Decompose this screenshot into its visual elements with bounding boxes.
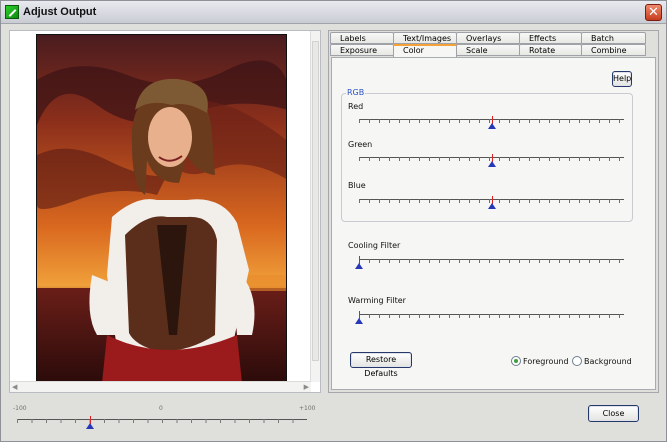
image-preview: ◀ ▶	[9, 30, 321, 393]
scroll-left-icon[interactable]: ◀	[12, 382, 17, 392]
preview-vertical-scrollbar[interactable]	[310, 31, 320, 382]
scale-mid-label: 0	[159, 405, 163, 412]
tab-labels[interactable]: Labels	[330, 32, 394, 44]
tab-batch[interactable]: Batch	[581, 32, 646, 44]
slider-thumb[interactable]	[355, 256, 364, 270]
tab-scale[interactable]: Scale	[456, 44, 520, 56]
color-tab-content: Help RGB Red Green Blue Cooling Filter W…	[331, 57, 656, 390]
rgb-group-label: RGB	[346, 88, 366, 97]
restore-defaults-button[interactable]: Restore Defaults	[350, 352, 412, 378]
vertical-scroll-thumb[interactable]	[312, 41, 319, 361]
slider-thumb[interactable]	[487, 196, 497, 210]
background-radio[interactable]	[572, 356, 582, 366]
tab-text-images[interactable]: Text/Images	[393, 32, 457, 44]
tab-overlays[interactable]: Overlays	[456, 32, 520, 44]
slider-ticks	[359, 314, 624, 318]
tab-exposure[interactable]: Exposure	[330, 44, 394, 56]
bottom-slider[interactable]	[17, 414, 307, 434]
global-adjust-slider[interactable]: -100 0 +100	[13, 405, 315, 429]
title-bar: Adjust Output ✕	[1, 1, 666, 24]
preview-photo-image	[37, 35, 286, 381]
background-label[interactable]: Background	[584, 357, 632, 366]
scale-min-label: -100	[13, 405, 27, 412]
help-button[interactable]: Help	[612, 71, 632, 87]
window-title: Adjust Output	[23, 6, 97, 18]
tab-effects[interactable]: Effects	[519, 32, 582, 44]
slider-thumb[interactable]	[487, 154, 497, 168]
tab-color[interactable]: Color	[393, 44, 457, 58]
preview-photo	[36, 34, 287, 382]
slider-thumb[interactable]	[355, 311, 364, 325]
slider-thumb[interactable]	[487, 116, 497, 130]
scroll-right-icon[interactable]: ▶	[304, 382, 309, 392]
settings-panel: Labels Text/Images Overlays Effects Batc…	[328, 30, 659, 393]
tab-combine[interactable]: Combine	[581, 44, 646, 56]
close-button[interactable]: Close	[588, 405, 639, 422]
cooling-filter-slider[interactable]	[355, 254, 624, 274]
blue-slider[interactable]	[359, 194, 624, 214]
green-label: Green	[348, 140, 373, 149]
preview-horizontal-scrollbar[interactable]: ◀ ▶	[10, 381, 311, 392]
close-icon[interactable]: ✕	[645, 4, 662, 21]
tab-rotate[interactable]: Rotate	[519, 44, 582, 56]
red-slider[interactable]	[359, 114, 624, 134]
warming-filter-slider[interactable]	[355, 309, 624, 329]
red-label: Red	[348, 102, 364, 111]
app-icon	[5, 5, 19, 19]
warming-filter-label: Warming Filter	[348, 296, 406, 305]
slider-thumb[interactable]	[85, 416, 95, 430]
adjust-output-window: Adjust Output ✕ ◀ ▶ Labels Text/Images O…	[0, 0, 667, 442]
foreground-radio[interactable]	[511, 356, 521, 366]
slider-ticks	[17, 419, 307, 423]
cooling-filter-label: Cooling Filter	[348, 241, 401, 250]
foreground-label[interactable]: Foreground	[523, 357, 569, 366]
green-slider[interactable]	[359, 152, 624, 172]
slider-ticks	[359, 259, 624, 263]
scale-max-label: +100	[299, 405, 316, 412]
blue-label: Blue	[348, 181, 366, 190]
